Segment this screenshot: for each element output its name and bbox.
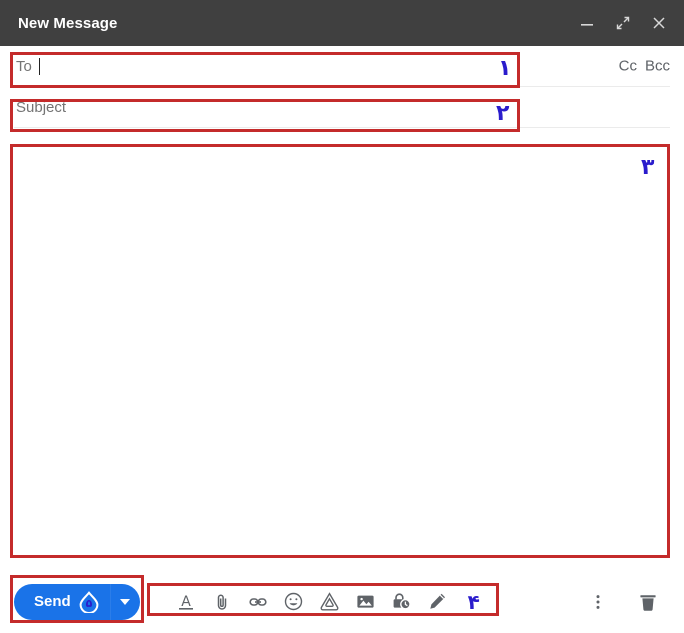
window-titlebar: New Message (0, 0, 684, 46)
bcc-button[interactable]: Bcc (645, 58, 670, 75)
formatting-toolbar: A ۴ (164, 582, 496, 622)
insert-photo-icon[interactable] (350, 586, 382, 618)
chevron-down-icon (120, 598, 131, 605)
compose-area: To Cc Bcc Subject (0, 46, 684, 549)
to-field-row[interactable]: To Cc Bcc (14, 46, 670, 87)
more-options-icon[interactable] (582, 586, 614, 618)
message-body-input[interactable] (14, 134, 670, 549)
send-button[interactable]: Send ۵ (14, 583, 110, 620)
send-button-label: Send (34, 593, 71, 610)
confidential-mode-icon[interactable] (386, 586, 418, 618)
compose-bottom-toolbar: Send ۵ A ۴ (0, 570, 684, 633)
send-button-group: Send ۵ (14, 583, 140, 620)
send-annotation-marker-5: ۵ (78, 590, 100, 613)
insert-drive-file-icon[interactable] (314, 586, 346, 618)
attach-file-icon[interactable] (206, 586, 238, 618)
subject-field-placeholder: Subject (16, 98, 67, 116)
expand-icon[interactable] (612, 12, 634, 34)
window-controls (576, 12, 670, 34)
text-cursor (38, 57, 40, 75)
send-options-dropdown[interactable] (109, 583, 140, 620)
svg-text:۵: ۵ (85, 597, 92, 610)
annotation-marker-4: ۴ (467, 589, 480, 614)
formatting-options-icon[interactable]: A (170, 586, 202, 618)
svg-text:A: A (181, 594, 191, 610)
insert-signature-icon[interactable] (422, 586, 454, 618)
window-title: New Message (18, 14, 118, 32)
insert-link-icon[interactable] (242, 586, 274, 618)
bottom-right-tools (582, 586, 670, 618)
cc-button[interactable]: Cc (619, 58, 637, 75)
cc-bcc-group: Cc Bcc (619, 58, 670, 75)
close-icon[interactable] (648, 12, 670, 34)
minimize-icon[interactable] (576, 12, 598, 34)
to-field-label: To (16, 57, 32, 75)
subject-field-row[interactable]: Subject (14, 87, 670, 128)
insert-emoji-icon[interactable] (278, 586, 310, 618)
discard-draft-icon[interactable] (632, 586, 664, 618)
